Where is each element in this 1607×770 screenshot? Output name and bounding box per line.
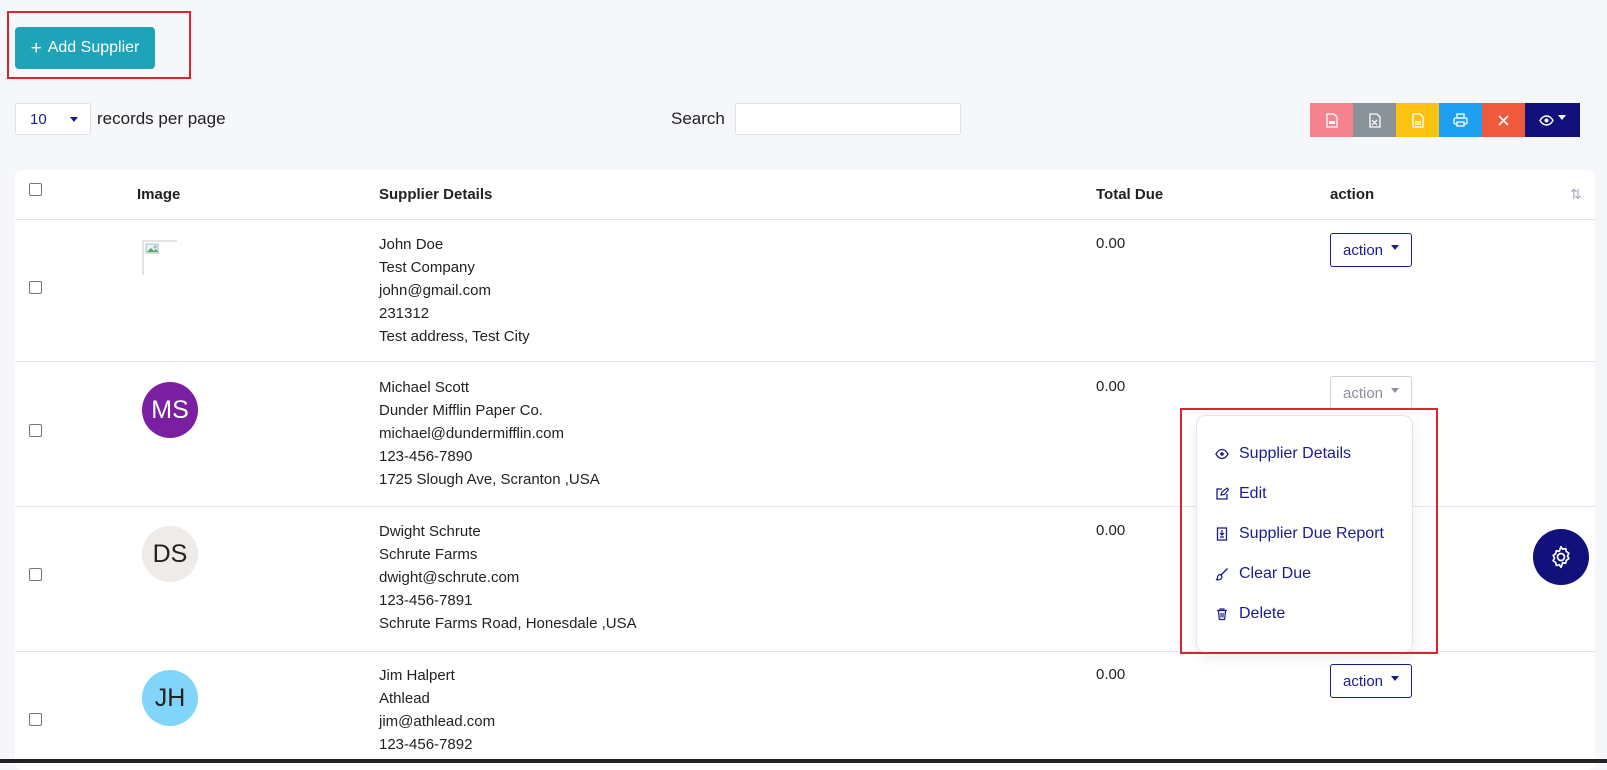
supplier-address: Test address, Test City [379,328,530,345]
chevron-down-icon [1391,387,1400,393]
pdf-file-icon [1325,112,1338,128]
export-toolbar [1310,103,1580,137]
search-label: Search [671,109,725,128]
gear-icon [1552,545,1570,569]
chevron-down-icon [70,116,78,122]
header-total-due: Total Due [1096,186,1164,203]
supplier-phone: 123-456-7892 [379,736,473,753]
chevron-down-icon [1558,114,1566,120]
action-dropdown-button[interactable]: action [1330,376,1412,410]
supplier-email: michael@dundermifflin.com [379,425,565,442]
supplier-address: 1725 Slough Ave, Scranton ,USA [379,471,600,488]
export-pdf-button[interactable] [1310,103,1353,137]
supplier-details: Michael Scott Dunder Mifflin Paper Co. m… [379,376,600,491]
supplier-company: Dunder Mifflin Paper Co. [379,402,543,419]
header-image: Image [137,186,181,203]
header-action: action [1330,186,1375,203]
row-divider [15,361,1595,362]
supplier-details: Dwight Schrute Schrute Farms dwight@schr… [379,520,637,635]
sort-icon[interactable]: ⇅ [1570,186,1582,203]
action-label: action [1342,672,1384,690]
xls-file-icon [1368,112,1381,128]
supplier-name: Dwight Schrute [379,523,481,540]
action-dropdown-button[interactable]: action [1330,664,1412,698]
action-label: action [1342,384,1384,402]
supplier-name: Michael Scott [379,379,470,396]
supplier-name: John Doe [379,236,444,253]
chevron-down-icon [1391,244,1400,250]
select-all-checkbox[interactable] [29,183,42,196]
supplier-email: jim@athlead.com [379,713,496,730]
page-size-value: 10 [30,110,47,128]
export-xls-button[interactable] [1353,103,1396,137]
broken-image-icon [142,240,177,275]
close-icon [1498,114,1509,126]
supplier-phone: 231312 [379,305,430,322]
avatar-initials: JH [154,683,186,712]
total-due: 0.00 [1096,666,1126,683]
search-input[interactable] [734,103,961,135]
row-checkbox[interactable] [29,568,42,581]
row-checkbox[interactable] [29,281,42,294]
close-button[interactable] [1482,103,1525,137]
plus-icon: + [30,37,42,59]
supplier-email: dwight@schrute.com [379,569,520,586]
supplier-details: John Doe Test Company john@gmail.com 231… [379,233,530,348]
supplier-company: Test Company [379,259,475,276]
total-due: 0.00 [1096,378,1126,395]
per-page-label: records per page [97,109,226,128]
supplier-company: Athlead [379,690,430,707]
bottom-border [0,759,1607,763]
print-button[interactable] [1439,103,1482,137]
avatar: JH [142,670,198,726]
page-size-select[interactable]: 10 [15,103,91,135]
csv-file-icon [1411,112,1424,128]
avatar: DS [142,526,198,582]
avatar-initials: MS [151,395,189,424]
row-divider [15,219,1595,220]
export-csv-button[interactable] [1396,103,1439,137]
row-checkbox[interactable] [29,713,42,726]
supplier-details: Jim Halpert Athlead jim@athlead.com 123-… [379,664,495,756]
add-supplier-label: Add Supplier [47,39,140,56]
header-supplier-details: Supplier Details [379,186,493,203]
eye-icon [1539,114,1554,126]
supplier-phone: 123-456-7891 [379,592,473,609]
column-visibility-button[interactable] [1525,103,1580,137]
records-per-page: 10 records per page [15,103,226,135]
settings-fab[interactable] [1533,529,1589,585]
total-due: 0.00 [1096,522,1126,539]
chevron-down-icon [1391,675,1400,681]
total-due: 0.00 [1096,235,1126,252]
print-icon [1453,113,1468,127]
supplier-phone: 123-456-7890 [379,448,473,465]
supplier-address: Schrute Farms Road, Honesdale ,USA [379,615,637,632]
action-label: action [1342,241,1384,259]
search: Search [671,103,961,135]
action-dropdown-button[interactable]: action [1330,233,1412,267]
supplier-company: Schrute Farms [379,546,478,563]
supplier-email: john@gmail.com [379,282,491,299]
avatar: MS [142,382,198,438]
highlight-dropdown [1180,408,1438,654]
add-supplier-button[interactable]: + Add Supplier [15,27,155,69]
supplier-name: Jim Halpert [379,667,455,684]
row-checkbox[interactable] [29,424,42,437]
avatar-initials: DS [152,539,188,568]
